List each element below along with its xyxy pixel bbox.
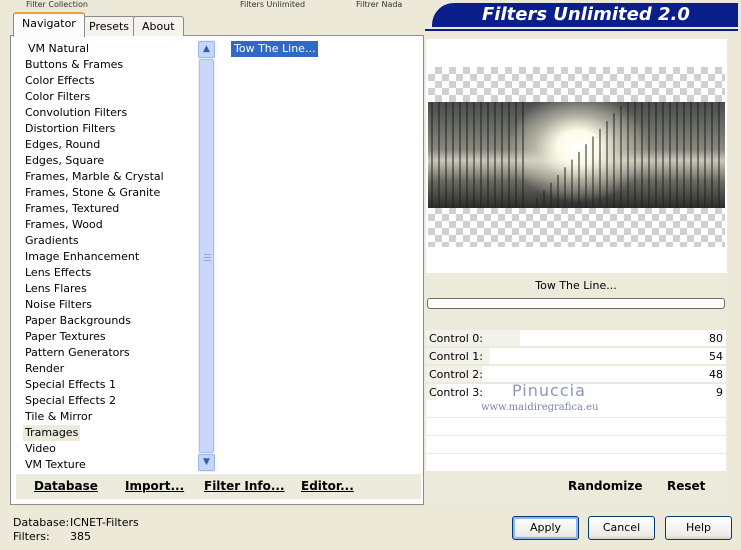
filter-info-button[interactable]: Filter Info...	[204, 479, 285, 493]
control-label: Control 1:	[429, 350, 483, 363]
control-label: Control 2:	[429, 368, 483, 381]
category-item[interactable]: Frames, Wood	[23, 217, 105, 233]
category-item[interactable]: Frames, Marble & Crystal	[23, 169, 166, 185]
category-item[interactable]: Paper Backgrounds	[23, 313, 133, 329]
database-value: ICNET-Filters	[70, 516, 139, 529]
database-label: Database:	[13, 516, 70, 529]
banner-underline	[425, 29, 738, 31]
watermark-url: www.maidiregrafica.eu	[481, 402, 599, 413]
control-value: 80	[709, 332, 723, 345]
category-item[interactable]: Tramages	[23, 425, 81, 441]
tab-presets[interactable]: Presets	[80, 16, 139, 36]
control-label: Control 3:	[429, 386, 483, 399]
control-slider-1[interactable]: Control 1: 54	[426, 348, 726, 365]
category-item[interactable]: Lens Flares	[23, 281, 89, 297]
cancel-button[interactable]: Cancel	[588, 516, 655, 540]
app-banner: Filters Unlimited 2.0	[432, 3, 738, 27]
right-button-bar: Randomize Reset	[426, 474, 726, 499]
category-item[interactable]: Edges, Round	[23, 137, 102, 153]
control-row-empty	[426, 454, 726, 471]
category-list[interactable]: VM Natural Buttons & Frames Color Effects C…	[16, 40, 199, 472]
clipped-top-text: Filter Collection	[26, 0, 88, 9]
category-item[interactable]: Special Effects 1	[23, 377, 118, 393]
category-item[interactable]: Edges, Square	[23, 153, 106, 169]
category-item[interactable]: Frames, Stone & Granite	[23, 185, 162, 201]
control-value: 54	[709, 350, 723, 363]
control-value: 48	[709, 368, 723, 381]
control-row-empty	[426, 418, 726, 435]
current-filter-name: Tow The Line...	[426, 274, 726, 298]
left-button-bar: Database Import... Filter Info... Editor…	[16, 474, 421, 499]
scroll-down-arrow-icon[interactable]: ▼	[198, 454, 215, 471]
preview-lines-graphic	[431, 102, 720, 208]
editor-button[interactable]: Editor...	[301, 479, 354, 493]
category-item[interactable]: Image Enhancement	[23, 249, 141, 265]
scroll-up-arrow-icon[interactable]: ▲	[198, 41, 215, 58]
control-label: Control 0:	[429, 332, 483, 345]
category-item[interactable]: Color Effects	[23, 73, 97, 89]
category-item[interactable]: Paper Textures	[23, 329, 108, 345]
category-item[interactable]: Render	[23, 361, 66, 377]
tab-strip: Navigator Presets About	[10, 12, 430, 37]
preview-image	[428, 102, 725, 208]
category-item[interactable]: Video	[23, 441, 58, 457]
category-item[interactable]: Frames, Textured	[23, 201, 121, 217]
randomize-button[interactable]: Randomize	[568, 479, 642, 493]
category-item[interactable]: Special Effects 2	[23, 393, 118, 409]
category-item[interactable]: Distortion Filters	[23, 121, 117, 137]
category-item[interactable]: Convolution Filters	[23, 105, 129, 121]
category-item[interactable]: Color Filters	[23, 89, 92, 105]
filter-list[interactable]: Tow The Line...	[218, 40, 421, 472]
category-item[interactable]: Lens Effects	[23, 265, 93, 281]
category-item[interactable]: Gradients	[23, 233, 81, 249]
database-button[interactable]: Database	[34, 479, 98, 493]
filter-item-selected[interactable]: Tow The Line...	[231, 41, 319, 57]
scroll-grip	[204, 257, 211, 258]
category-scrollbar[interactable]: ▲ ▼	[198, 40, 215, 472]
category-item[interactable]: Pattern Generators	[23, 345, 132, 361]
tab-about[interactable]: About	[133, 16, 184, 36]
control-value: 9	[716, 386, 723, 399]
category-item[interactable]: VM Texture	[23, 457, 88, 473]
clipped-top-text: Filtrer Nada	[356, 0, 403, 9]
clipped-top-text: Filters Unlimited	[240, 0, 306, 9]
category-item[interactable]: Tile & Mirror	[23, 409, 94, 425]
scroll-grip	[204, 254, 211, 255]
category-item[interactable]: Buttons & Frames	[23, 57, 125, 73]
filters-count-value: 385	[70, 530, 91, 543]
category-item[interactable]: Noise Filters	[23, 297, 94, 313]
filters-count-label: Filters:	[13, 530, 50, 543]
reset-button[interactable]: Reset	[667, 479, 705, 493]
apply-button[interactable]: Apply	[512, 516, 579, 540]
scroll-thumb[interactable]	[199, 59, 214, 453]
tab-navigator[interactable]: Navigator	[13, 12, 85, 37]
help-button[interactable]: Help	[665, 516, 732, 540]
watermark-name: Pinuccia	[512, 381, 586, 400]
control-slider-0[interactable]: Control 0: 80	[426, 330, 726, 347]
progress-bar	[427, 298, 725, 309]
import-button[interactable]: Import...	[125, 479, 184, 493]
category-item[interactable]: VM Natural	[26, 41, 91, 57]
control-row-empty	[426, 436, 726, 453]
scroll-grip	[204, 260, 211, 261]
